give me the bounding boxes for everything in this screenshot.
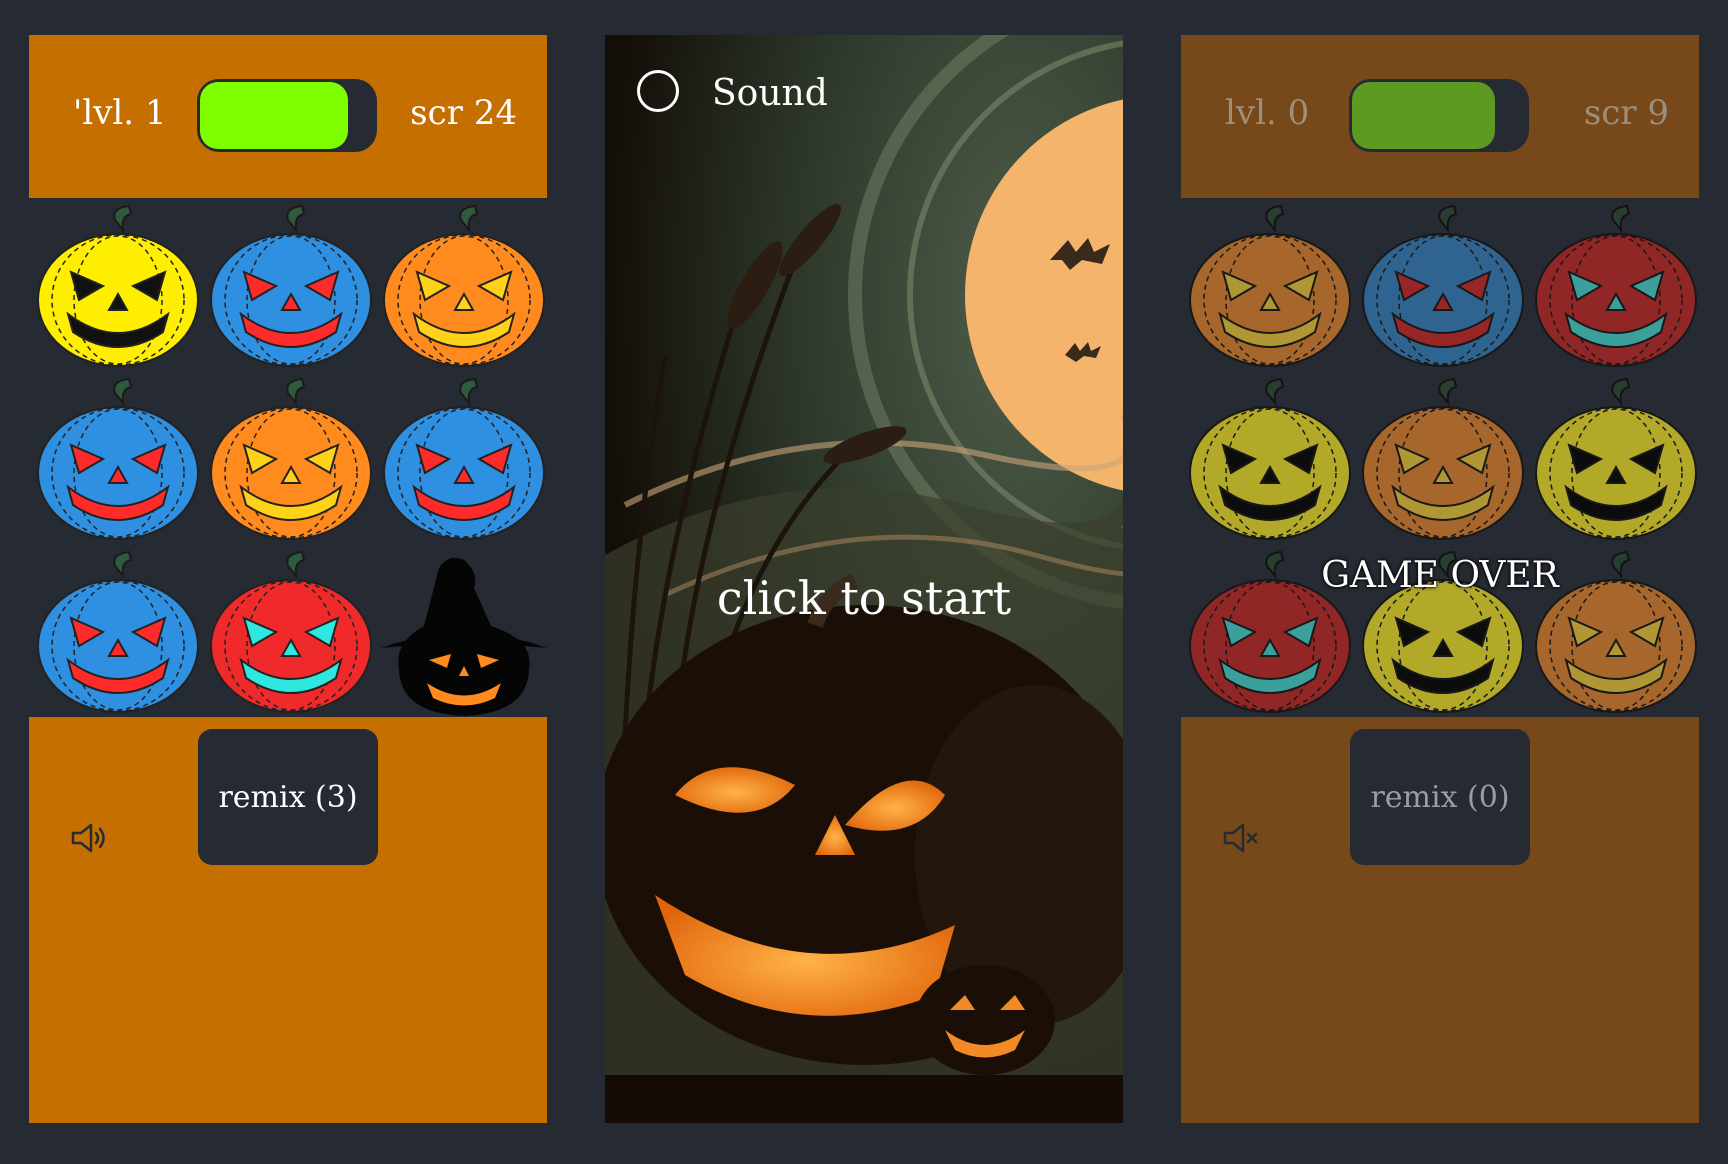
score-label: scr 9 (1583, 93, 1669, 133)
blue-pumpkin-tile[interactable] (1358, 202, 1528, 372)
pumpkin-board (1181, 198, 1699, 717)
start-screen[interactable]: Sound click to start (605, 35, 1123, 1123)
status-bar: 'lvl. 1 scr 24 (29, 35, 547, 198)
blue-pumpkin-tile[interactable] (33, 375, 203, 545)
speaker-on-icon[interactable] (67, 817, 109, 859)
orange-pumpkin-tile[interactable] (1185, 202, 1355, 372)
game-panel-game-over: lvl. 0 scr 9 GAME OVER remix (0) (1181, 35, 1699, 1123)
red-pumpkin-tile[interactable] (1531, 202, 1701, 372)
orange-pumpkin-tile[interactable] (1358, 375, 1528, 545)
orange-pumpkin-tile[interactable] (206, 375, 376, 545)
blue-pumpkin-tile[interactable] (206, 202, 376, 372)
status-bar: lvl. 0 scr 9 (1181, 35, 1699, 198)
sound-toggle-label[interactable]: Sound (712, 73, 828, 114)
energy-bar (197, 79, 377, 152)
control-bar: remix (0) (1181, 717, 1699, 1123)
yellow-pumpkin-tile[interactable] (33, 202, 203, 372)
level-label: 'lvl. 1 (73, 93, 167, 133)
game-panel-active: 'lvl. 1 scr 24 remix (3) (29, 35, 547, 1123)
level-label: lvl. 0 (1225, 93, 1310, 133)
remix-button[interactable]: remix (3) (198, 729, 378, 865)
game-over-label: GAME OVER (1321, 555, 1559, 596)
blue-pumpkin-tile[interactable] (379, 375, 549, 545)
sound-toggle-radio[interactable] (637, 70, 679, 112)
remix-button[interactable]: remix (0) (1350, 729, 1530, 865)
energy-bar (1349, 79, 1529, 152)
orange-pumpkin-tile[interactable] (379, 202, 549, 372)
click-to-start-label[interactable]: click to start (605, 571, 1123, 625)
score-label: scr 24 (410, 93, 517, 133)
control-bar: remix (3) (29, 717, 547, 1123)
energy-bar-fill (200, 82, 348, 149)
energy-bar-fill (1352, 82, 1495, 149)
blue-pumpkin-tile[interactable] (33, 548, 203, 718)
yellow-pumpkin-tile[interactable] (1185, 375, 1355, 545)
red-pumpkin-tile[interactable] (206, 548, 376, 718)
yellow-pumpkin-tile[interactable] (1531, 375, 1701, 545)
speaker-muted-icon[interactable] (1219, 817, 1261, 859)
pumpkin-board (29, 198, 547, 717)
witch-pumpkin-tile[interactable] (379, 548, 549, 718)
